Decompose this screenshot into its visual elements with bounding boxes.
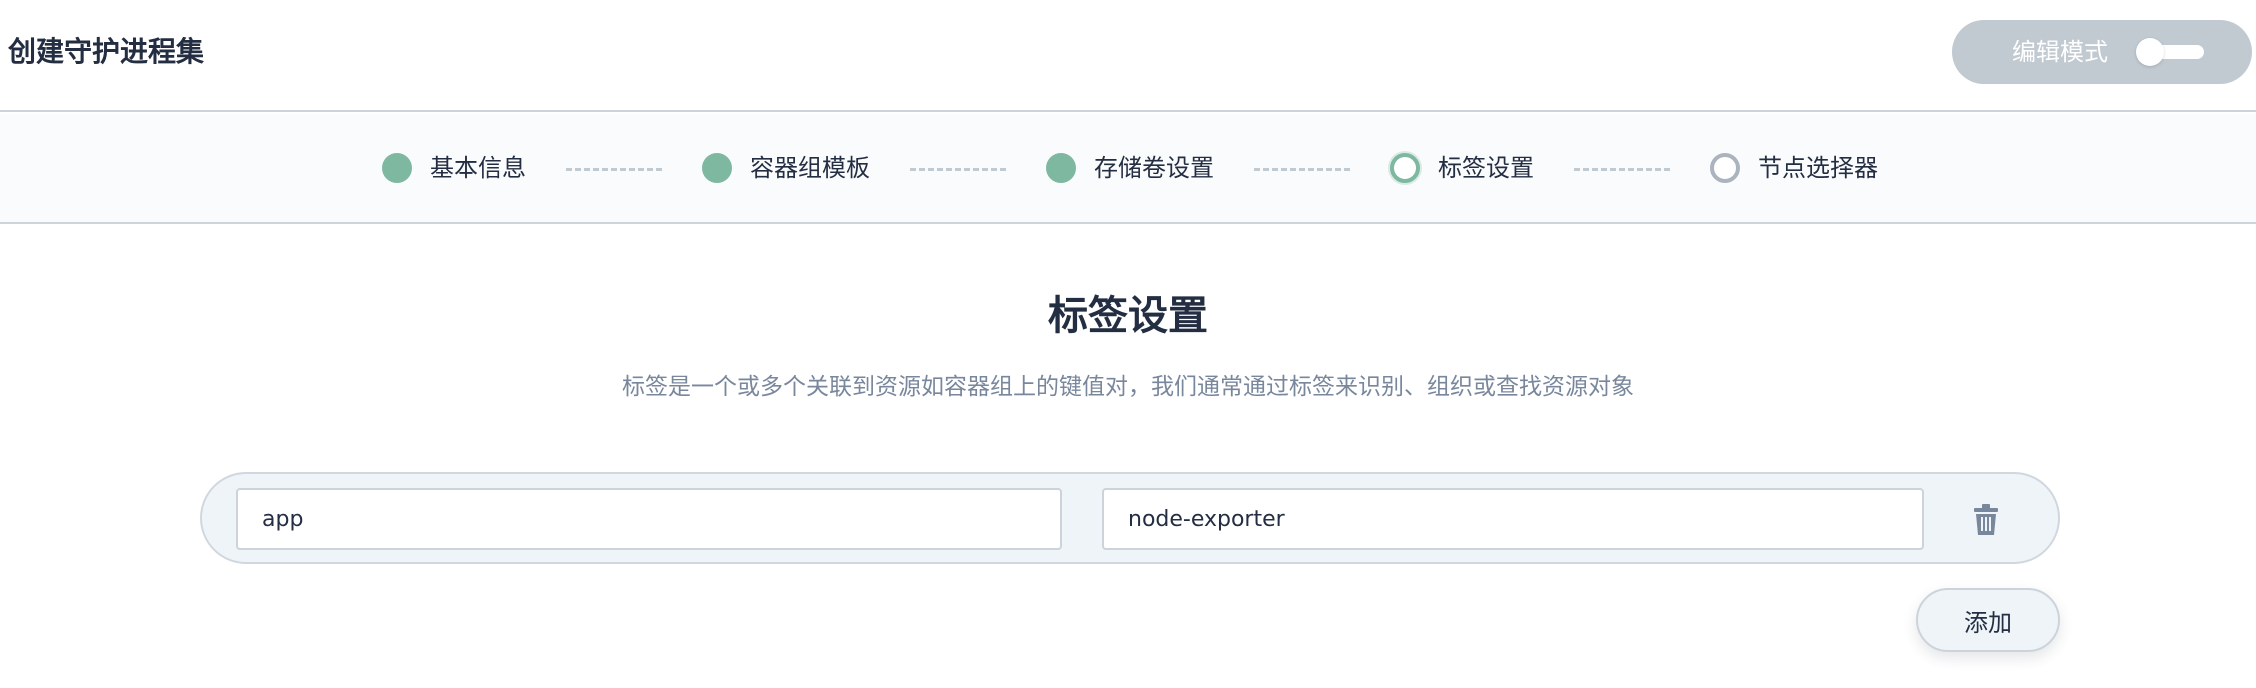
step-current-icon <box>1390 153 1420 183</box>
step-done-icon <box>702 153 732 183</box>
step-basic-info[interactable]: 基本信息 <box>382 150 526 186</box>
step-todo-icon <box>1710 153 1740 183</box>
edit-mode-label: 编辑模式 <box>2012 38 2108 66</box>
section-title: 标签设置 <box>1048 293 1208 339</box>
toggle-switch[interactable] <box>2136 38 2208 66</box>
step-label: 节点选择器 <box>1758 154 1878 182</box>
trash-icon[interactable] <box>1968 502 2004 538</box>
step-done-icon <box>382 153 412 183</box>
step-volume-settings[interactable]: 存储卷设置 <box>1046 150 1214 186</box>
add-label-button[interactable]: 添加 <box>1916 588 2060 652</box>
toggle-knob <box>2136 38 2164 66</box>
step-separator <box>1254 168 1350 171</box>
label-row <box>200 472 2060 564</box>
step-separator <box>910 168 1006 171</box>
steps-bar: 基本信息 容器组模板 存储卷设置 标签设置 节点选择器 <box>0 114 2256 224</box>
page-header: 创建守护进程集 编辑模式 <box>0 0 2256 112</box>
label-value-input[interactable] <box>1102 488 1924 550</box>
step-done-icon <box>1046 153 1076 183</box>
step-label: 容器组模板 <box>750 154 870 182</box>
step-label: 存储卷设置 <box>1094 154 1214 182</box>
section-description: 标签是一个或多个关联到资源如容器组上的键值对，我们通常通过标签来识别、组织或查找… <box>622 374 1634 400</box>
page-title: 创建守护进程集 <box>8 35 205 68</box>
step-node-selector[interactable]: 节点选择器 <box>1710 150 1878 186</box>
edit-mode-toggle[interactable]: 编辑模式 <box>1952 20 2252 84</box>
step-label: 基本信息 <box>430 154 526 182</box>
step-separator <box>566 168 662 171</box>
step-separator <box>1574 168 1670 171</box>
label-key-input[interactable] <box>236 488 1062 550</box>
step-pod-template[interactable]: 容器组模板 <box>702 150 870 186</box>
step-label-settings[interactable]: 标签设置 <box>1390 150 1534 186</box>
step-label: 标签设置 <box>1438 154 1534 182</box>
trash-icon-svg <box>1974 504 1998 535</box>
